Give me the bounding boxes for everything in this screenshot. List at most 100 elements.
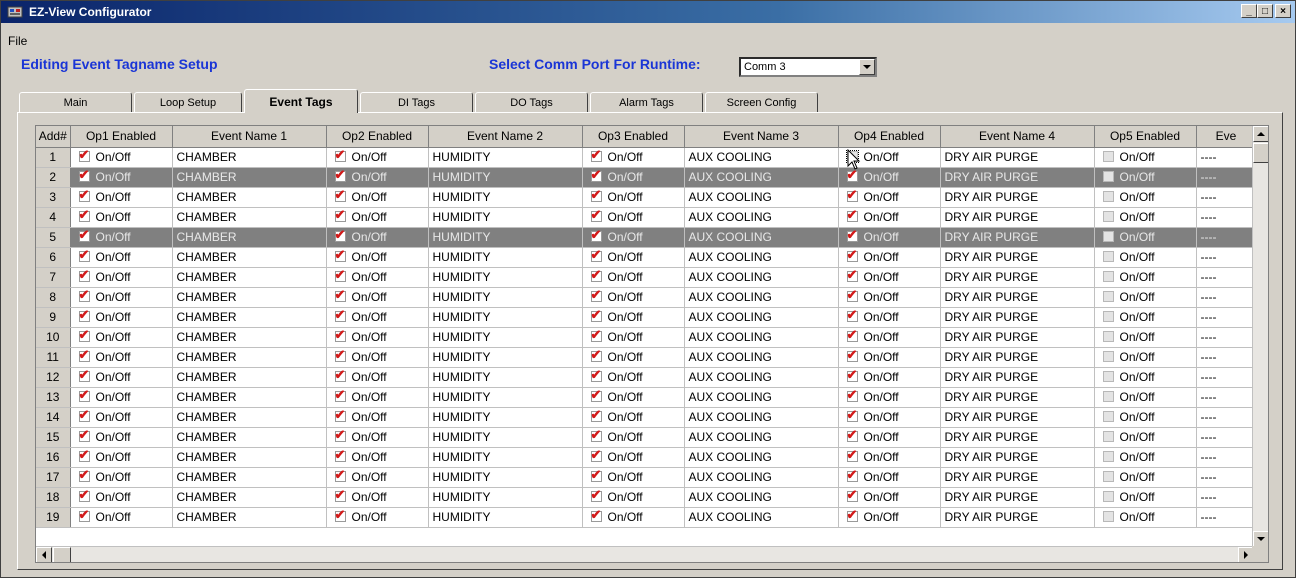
op2-enabled-cell[interactable]: On/Off [326,307,429,328]
event-name-cell[interactable]: ---- [1196,147,1257,168]
comm-port-select[interactable]: Comm 3 [739,57,877,77]
enable-checkbox[interactable] [78,507,90,523]
op3-enabled-cell[interactable]: On/Off [582,507,685,528]
op3-enabled-cell[interactable]: On/Off [582,147,685,168]
event-name-cell[interactable]: HUMIDITY [428,167,583,188]
enable-checkbox[interactable] [846,487,858,503]
op5-enabled-cell[interactable]: On/Off [1094,367,1197,388]
column-header[interactable]: Op1 Enabled [70,126,173,148]
enable-checkbox[interactable] [846,407,858,423]
enable-checkbox[interactable] [78,407,90,423]
column-header[interactable]: Eve [1196,126,1257,148]
event-name-cell[interactable]: HUMIDITY [428,187,583,208]
enable-checkbox[interactable] [590,507,602,523]
op4-enabled-cell[interactable]: On/Off [838,247,941,268]
event-name-cell[interactable]: ---- [1196,307,1257,328]
enable-checkbox[interactable] [590,447,602,463]
op4-enabled-cell[interactable]: On/Off [838,267,941,288]
enable-checkbox[interactable] [1102,391,1114,402]
event-name-cell[interactable]: CHAMBER [172,347,327,368]
enable-checkbox[interactable] [846,227,858,243]
event-name-cell[interactable]: AUX COOLING [684,187,839,208]
table-row[interactable]: 8 On/Off CHAMBER On/Off HUMIDITY On/Off AUX CO… [36,287,1257,308]
enable-checkbox[interactable] [590,307,602,323]
op3-enabled-cell[interactable]: On/Off [582,207,685,228]
enable-checkbox[interactable] [334,187,346,203]
event-name-cell[interactable]: ---- [1196,207,1257,228]
op3-enabled-cell[interactable]: On/Off [582,487,685,508]
minimize-button[interactable]: _ [1241,4,1257,18]
op1-enabled-cell[interactable]: On/Off [70,227,173,248]
op4-enabled-cell[interactable]: On/Off [838,387,941,408]
tab-do-tags[interactable]: DO Tags [475,92,588,113]
event-name-cell[interactable]: HUMIDITY [428,207,583,228]
op5-enabled-cell[interactable]: On/Off [1094,207,1197,228]
event-name-cell[interactable]: CHAMBER [172,207,327,228]
enable-checkbox[interactable] [846,287,858,303]
enable-checkbox[interactable] [78,207,90,223]
op1-enabled-cell[interactable]: On/Off [70,187,173,208]
enable-checkbox[interactable] [590,167,602,183]
op1-enabled-cell[interactable]: On/Off [70,207,173,228]
event-name-cell[interactable]: CHAMBER [172,187,327,208]
event-name-cell[interactable]: DRY AIR PURGE [940,427,1095,448]
op5-enabled-cell[interactable]: On/Off [1094,167,1197,188]
event-name-cell[interactable]: CHAMBER [172,427,327,448]
op1-enabled-cell[interactable]: On/Off [70,287,173,308]
enable-checkbox[interactable] [334,307,346,323]
vertical-scrollbar[interactable] [1252,126,1268,547]
event-name-cell[interactable]: AUX COOLING [684,287,839,308]
op1-enabled-cell[interactable]: On/Off [70,267,173,288]
enable-checkbox[interactable] [1102,351,1114,362]
op1-enabled-cell[interactable]: On/Off [70,247,173,268]
event-name-cell[interactable]: HUMIDITY [428,407,583,428]
enable-checkbox[interactable] [334,387,346,403]
enable-checkbox[interactable] [846,347,858,363]
event-name-cell[interactable]: ---- [1196,367,1257,388]
event-name-cell[interactable]: HUMIDITY [428,287,583,308]
event-name-cell[interactable]: DRY AIR PURGE [940,207,1095,228]
op5-enabled-cell[interactable]: On/Off [1094,147,1197,168]
tab-event-tags[interactable]: Event Tags [244,89,358,113]
event-name-cell[interactable]: DRY AIR PURGE [940,187,1095,208]
enable-checkbox[interactable] [846,327,858,343]
enable-checkbox[interactable] [334,407,346,423]
enable-checkbox[interactable] [590,247,602,263]
op4-enabled-cell[interactable]: On/Off [838,427,941,448]
op1-enabled-cell[interactable]: On/Off [70,387,173,408]
event-name-cell[interactable]: HUMIDITY [428,227,583,248]
enable-checkbox[interactable] [1102,491,1114,502]
op4-enabled-cell[interactable]: On/Off [838,227,941,248]
enable-checkbox[interactable] [334,227,346,243]
op5-enabled-cell[interactable]: On/Off [1094,267,1197,288]
row-number[interactable]: 8 [36,287,71,308]
op5-enabled-cell[interactable]: On/Off [1094,307,1197,328]
enable-checkbox[interactable] [1102,411,1114,422]
event-name-cell[interactable]: ---- [1196,327,1257,348]
event-name-cell[interactable]: ---- [1196,187,1257,208]
column-header[interactable]: Op2 Enabled [326,126,429,148]
event-name-cell[interactable]: CHAMBER [172,247,327,268]
op2-enabled-cell[interactable]: On/Off [326,327,429,348]
op1-enabled-cell[interactable]: On/Off [70,507,173,528]
column-header[interactable]: Op4 Enabled [838,126,941,148]
event-name-cell[interactable]: AUX COOLING [684,427,839,448]
event-name-cell[interactable]: ---- [1196,387,1257,408]
event-name-cell[interactable]: DRY AIR PURGE [940,247,1095,268]
op1-enabled-cell[interactable]: On/Off [70,467,173,488]
event-name-cell[interactable]: AUX COOLING [684,227,839,248]
op5-enabled-cell[interactable]: On/Off [1094,287,1197,308]
scroll-up-icon[interactable] [1253,126,1268,142]
event-name-cell[interactable]: CHAMBER [172,467,327,488]
table-row[interactable]: 3 On/Off CHAMBER On/Off HUMIDITY On/Off AUX CO… [36,187,1257,208]
op3-enabled-cell[interactable]: On/Off [582,187,685,208]
event-name-cell[interactable]: ---- [1196,227,1257,248]
close-button[interactable]: × [1275,4,1291,18]
op5-enabled-cell[interactable]: On/Off [1094,247,1197,268]
row-number[interactable]: 2 [36,167,71,188]
tab-di-tags[interactable]: DI Tags [360,92,473,113]
op4-enabled-cell[interactable]: On/Off [838,407,941,428]
event-name-cell[interactable]: HUMIDITY [428,367,583,388]
row-number[interactable]: 6 [36,247,71,268]
op2-enabled-cell[interactable]: On/Off [326,367,429,388]
